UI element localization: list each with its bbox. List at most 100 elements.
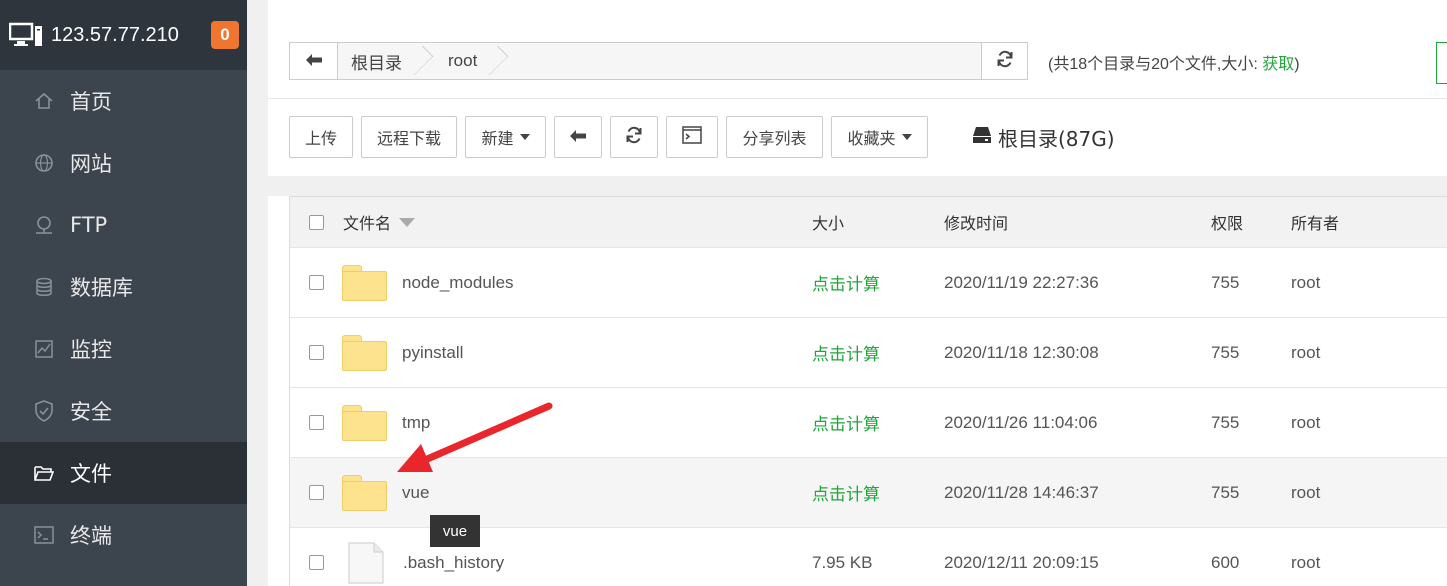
row-checkbox[interactable]: [308, 415, 324, 430]
folder-icon: [342, 404, 387, 441]
terminal-button[interactable]: [666, 116, 718, 158]
path-bar: 根目录 root: [289, 42, 1028, 80]
file-owner[interactable]: root: [1291, 483, 1441, 503]
row-checkbox[interactable]: [308, 555, 324, 570]
row-checkbox[interactable]: [308, 275, 324, 290]
breadcrumb-root-dir[interactable]: 根目录: [338, 43, 424, 79]
header-size[interactable]: 大小: [811, 210, 943, 234]
header-mtime[interactable]: 修改时间: [943, 210, 1211, 234]
path-refresh-button[interactable]: [981, 42, 1028, 80]
cut-off-button[interactable]: [1436, 42, 1447, 84]
back-button[interactable]: [554, 116, 602, 158]
header-filename-label: 文件名: [343, 214, 392, 233]
sort-desc-icon: [399, 217, 416, 227]
spacer: [268, 176, 1447, 196]
monitor-chart-icon: [33, 338, 55, 360]
favorites-label: 收藏夹: [847, 129, 896, 148]
refresh-icon: [625, 126, 643, 148]
calc-size-link[interactable]: 点击计算: [811, 270, 943, 295]
home-icon: [33, 90, 55, 112]
terminal-icon: [682, 126, 702, 148]
summary-text: (共18个目录与20个文件,大小:: [1048, 56, 1263, 73]
sidebar-item-files[interactable]: 文件: [0, 442, 247, 504]
breadcrumb-root[interactable]: root: [424, 43, 500, 79]
new-dropdown-button[interactable]: 新建: [465, 116, 546, 158]
file-permission[interactable]: 600: [1211, 553, 1291, 573]
upload-button[interactable]: 上传: [289, 116, 353, 158]
file-name[interactable]: tmp: [402, 413, 430, 433]
sidebar-item-label: 数据库: [70, 276, 133, 300]
filename-tooltip: vue: [430, 515, 480, 547]
server-ip: 123.57.77.210: [51, 23, 179, 46]
disk-label: 根目录(87G): [998, 126, 1115, 151]
file-mtime: 2020/11/28 14:46:37: [944, 482, 1099, 502]
calc-size-link[interactable]: 点击计算: [811, 480, 943, 505]
server-header: 123.57.77.210 0: [0, 0, 247, 70]
calc-size-link[interactable]: 点击计算: [811, 410, 943, 435]
table-row[interactable]: node_modules 点击计算 2020/11/19 22:27:36 75…: [290, 248, 1447, 318]
path-back-button[interactable]: [290, 43, 338, 79]
database-icon: [33, 276, 55, 298]
row-checkbox[interactable]: [308, 345, 324, 360]
new-label: 新建: [481, 129, 514, 148]
sidebar: 123.57.77.210 0 首页 网站 FTP 数据库 监控 安全 文件 终…: [0, 0, 247, 586]
sidebar-item-terminal[interactable]: 终端: [0, 504, 247, 566]
row-checkbox[interactable]: [308, 485, 324, 500]
sidebar-item-label: 文件: [70, 462, 112, 486]
main-panel: 根目录 root (共18个目录与20个文件,大小: 获取) 上传 远程下载 新…: [268, 0, 1447, 586]
sidebar-item-website[interactable]: 网站: [0, 132, 247, 194]
folder-icon: [342, 334, 387, 371]
table-row[interactable]: pyinstall 点击计算 2020/11/18 12:30:08 755 r…: [290, 318, 1447, 388]
notification-badge[interactable]: 0: [211, 21, 239, 49]
file-owner[interactable]: root: [1291, 343, 1441, 363]
header-permission[interactable]: 权限: [1211, 210, 1291, 234]
file-name[interactable]: .bash_history: [403, 553, 504, 573]
file-owner[interactable]: root: [1291, 553, 1441, 573]
calc-size-link[interactable]: 点击计算: [811, 340, 943, 365]
favorites-dropdown-button[interactable]: 收藏夹: [831, 116, 928, 158]
sidebar-item-ftp[interactable]: FTP: [0, 194, 247, 256]
file-name[interactable]: pyinstall: [402, 343, 463, 363]
arrow-left-icon: [305, 52, 323, 71]
file-size: 7.95 KB: [812, 552, 873, 572]
file-icon: [348, 541, 384, 584]
file-name[interactable]: node_modules: [402, 273, 514, 293]
file-mtime: 2020/11/26 11:04:06: [944, 412, 1098, 432]
header-owner[interactable]: 所有者: [1291, 210, 1441, 234]
share-list-button[interactable]: 分享列表: [726, 116, 823, 158]
file-owner[interactable]: root: [1291, 413, 1441, 433]
sidebar-item-label: 网站: [70, 152, 112, 176]
divider: [268, 98, 1447, 99]
sidebar-item-label: 首页: [70, 90, 112, 114]
refresh-button[interactable]: [610, 116, 658, 158]
caret-down-icon: [519, 134, 530, 140]
file-permission[interactable]: 755: [1211, 413, 1291, 433]
arrow-left-icon: [569, 128, 587, 147]
file-toolbar: 上传 远程下载 新建 分享列表 收藏夹 根目录(87G): [289, 116, 1115, 158]
file-permission[interactable]: 755: [1211, 483, 1291, 503]
file-name[interactable]: vue: [402, 483, 429, 503]
sidebar-item-database[interactable]: 数据库: [0, 256, 247, 318]
table-row[interactable]: tmp 点击计算 2020/11/26 11:04:06 755 root: [290, 388, 1447, 458]
hard-drive-icon: [972, 125, 992, 149]
folder-icon: [33, 462, 55, 484]
select-all-checkbox[interactable]: [308, 214, 324, 230]
sidebar-item-label: 终端: [70, 524, 112, 548]
sidebar-item-security[interactable]: 安全: [0, 380, 247, 442]
sidebar-item-label: FTP: [70, 213, 108, 237]
sidebar-item-home[interactable]: 首页: [0, 70, 247, 132]
remote-download-button[interactable]: 远程下载: [361, 116, 457, 158]
ftp-icon: [33, 214, 55, 236]
sidebar-item-monitor[interactable]: 监控: [0, 318, 247, 380]
table-header: 文件名 大小 修改时间 权限 所有者: [290, 197, 1447, 248]
file-owner[interactable]: root: [1291, 273, 1441, 293]
caret-down-icon: [901, 134, 912, 140]
header-filename[interactable]: 文件名: [342, 210, 811, 234]
disk-info[interactable]: 根目录(87G): [972, 123, 1115, 152]
file-permission[interactable]: 755: [1211, 273, 1291, 293]
get-size-link[interactable]: 获取: [1262, 56, 1294, 73]
globe-icon: [33, 152, 55, 174]
folder-icon: [342, 264, 387, 301]
file-permission[interactable]: 755: [1211, 343, 1291, 363]
sidebar-item-label: 监控: [70, 338, 112, 362]
